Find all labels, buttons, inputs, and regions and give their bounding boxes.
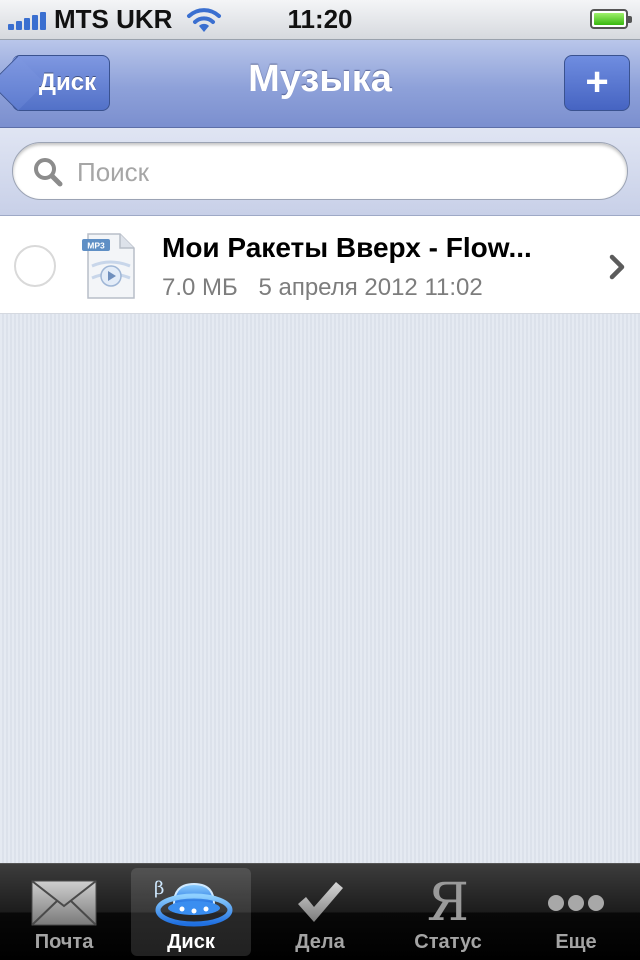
search-bar (0, 128, 640, 216)
tab-label: Диск (167, 931, 215, 953)
ufo-icon: β (154, 878, 233, 927)
tab-tasks[interactable]: Дела (260, 868, 380, 956)
file-date: 5 апреля 2012 11:02 (258, 274, 483, 301)
add-button[interactable]: + (564, 55, 630, 111)
battery-level-fill (594, 13, 624, 25)
file-size: 7.0 МБ (162, 274, 238, 301)
select-checkbox[interactable] (14, 245, 56, 287)
navigation-bar: Диск Музыка + (0, 40, 640, 128)
checkmark-icon (298, 882, 343, 922)
beta-badge: β (154, 878, 164, 899)
ya-letter-icon: Я (427, 873, 469, 933)
tab-bar: Почта β Диск Дела Я Статус Еще (0, 863, 640, 960)
tab-label: Почта (34, 931, 94, 953)
tab-status[interactable]: Я Статус (388, 868, 508, 956)
search-input[interactable] (75, 151, 599, 193)
envelope-icon (31, 880, 97, 926)
chevron-right-icon (609, 254, 625, 280)
status-time: 11:20 (287, 4, 353, 34)
mp3-badge: MP3 (87, 241, 105, 251)
search-field[interactable] (12, 142, 628, 200)
mp3-file-icon: MP3 (82, 233, 135, 299)
tab-label: Статус (414, 931, 482, 953)
search-icon (34, 158, 63, 187)
page-title: Музыка (248, 58, 392, 100)
list-item[interactable]: MP3 Мои Ракеты Вверх - Flow... 7.0 МБ 5 … (0, 216, 640, 314)
empty-list-area (0, 314, 640, 863)
more-dots-icon (548, 895, 604, 911)
tab-disk[interactable]: β Диск (131, 868, 251, 956)
file-meta: 7.0 МБ 5 апреля 2012 11:02 (162, 274, 483, 302)
tab-label: Еще (555, 931, 597, 953)
battery-icon (590, 9, 632, 29)
tab-label: Дела (295, 931, 345, 953)
tab-mail[interactable]: Почта (4, 868, 124, 956)
tab-more[interactable]: Еще (516, 868, 636, 956)
file-name: Мои Ракеты Вверх - Flow... (162, 232, 532, 263)
status-bar: MTS UKR 11:20 (0, 0, 640, 40)
